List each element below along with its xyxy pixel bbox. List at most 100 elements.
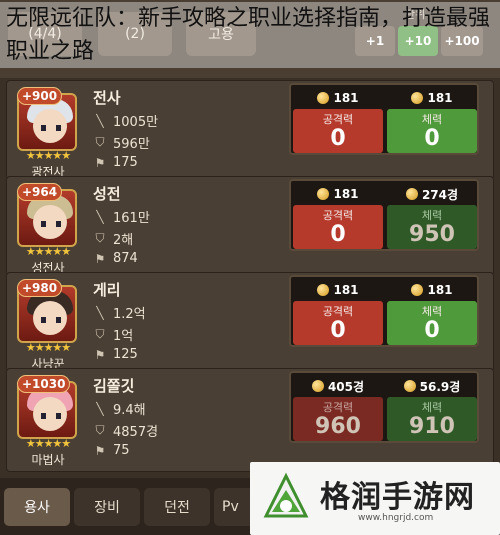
attack-stat: ╲ 9.4해 [93,399,145,419]
hp-value: 910 [409,414,455,439]
coin-icon [411,284,424,296]
flag-stat-value: 75 [113,443,130,458]
hp-upgrade-button[interactable]: 체력 0 [387,109,477,153]
star-rating: ★★★★★ [25,341,71,354]
shield-icon: ⛉ [95,135,105,149]
flag-stat-value: 874 [113,251,138,266]
overlay-title: 无限远征队：新手攻略之职业选择指南，打造最强职业之路 [0,2,500,68]
hp-value: 0 [424,318,440,343]
attack-cost-value: 181 [333,187,359,201]
star-rating: ★★★★★ [25,437,71,450]
eyes-shape [41,125,61,131]
class-label: 마법사 [31,453,65,467]
flag-icon: ⚑ [94,443,106,458]
hero-name: 성전 [93,185,121,203]
nav-heroes[interactable]: 용사 [4,488,70,526]
hero-name: 게리 [93,281,121,299]
watermark: 格润手游网 www.hngrjd.com [250,462,500,535]
defense-stat-value: 1억 [113,329,134,344]
attack-label: 공격력 [322,113,354,126]
sword-icon: ╲ [96,113,104,128]
attack-cost: 405경 [293,377,383,395]
hp-cost: 274경 [387,185,477,203]
upgrade-panel: 181 181 공격력 0 체력 0 [289,275,479,347]
hp-cost: 181 [387,281,477,299]
attack-stat: ╲ 1005만 [93,111,159,131]
attack-upgrade-button[interactable]: 공격력 0 [293,205,383,249]
hp-upgrade-button[interactable]: 체력 0 [387,301,477,345]
attack-cost: 181 [293,89,383,107]
level-badge: +900 [17,87,63,105]
flag-icon: ⚑ [94,347,106,362]
defense-stat-value: 596만 [113,137,150,152]
eyes-shape [41,317,61,323]
attack-cost-value: 181 [333,91,359,105]
sword-icon: ╲ [96,305,104,320]
defense-stat-value: 4857경 [113,425,159,440]
defense-stat: ⛉ 2해 [93,229,133,248]
hp-label: 체력 [421,209,443,222]
attack-cost-value: 181 [333,283,359,297]
level-badge: +980 [17,279,63,297]
hp-label: 체력 [421,305,443,318]
hp-cost-value: 274경 [421,187,459,202]
sword-icon: ╲ [96,401,104,416]
coin-icon [317,188,330,200]
attack-upgrade-button[interactable]: 공격력 0 [293,301,383,345]
flag-icon: ⚑ [94,155,106,170]
attack-value: 960 [315,414,361,439]
hp-value: 950 [409,222,455,247]
attack-stat-value: 1005만 [113,115,159,130]
nav-dungeon[interactable]: 던전 [144,488,210,526]
hp-cost-value: 181 [427,283,453,297]
upgrade-panel: 181 274경 공격력 0 체력 950 [289,179,479,251]
attack-stat-value: 161만 [113,211,150,226]
flag-stat-value: 175 [113,155,138,170]
hero-card: +1030 ★★★★★ 마법사 김쫄깃 ╲ 9.4해 ⛉ 4857경 ⚑ 75 405… [6,368,494,472]
hero-card: +964 ★★★★★ 성전사 성전 ╲ 161만 ⛉ 2해 ⚑ 874 181 274… [6,176,494,276]
shield-icon: ⛉ [95,423,105,437]
attack-stat: ╲ 1.2억 [93,303,145,323]
attack-value: 0 [330,318,346,343]
shield-icon: ⛉ [95,231,105,245]
watermark-url: www.hngrjd.com [358,513,434,523]
upgrade-panel: 405경 56.9경 공격력 960 체력 910 [289,371,479,443]
sword-icon: ╲ [96,209,104,224]
attack-cost-value: 405경 [327,379,365,394]
hero-card: +980 ★★★★★ 사냥꾼 게리 ╲ 1.2억 ⛉ 1억 ⚑ 125 181 181… [6,272,494,372]
coin-icon [403,380,416,392]
attack-value: 0 [330,222,346,247]
defense-stat: ⛉ 4857경 [93,421,158,440]
level-badge: +964 [17,183,63,201]
defense-stat-value: 2해 [113,233,134,248]
hp-upgrade-button[interactable]: 체력 910 [387,397,477,441]
attack-upgrade-button[interactable]: 공격력 0 [293,109,383,153]
nav-equipment[interactable]: 장비 [74,488,140,526]
flag-stat-value: 125 [113,347,138,362]
attack-upgrade-button[interactable]: 공격력 960 [293,397,383,441]
nav-pvp[interactable]: Pv [214,488,254,526]
hp-upgrade-button[interactable]: 체력 950 [387,205,477,249]
attack-value: 0 [330,126,346,151]
flag-stat: ⚑ 175 [93,155,138,170]
hp-value: 0 [424,126,440,151]
coin-icon [311,380,324,392]
flag-icon: ⚑ [94,251,106,266]
flag-stat: ⚑ 75 [93,443,130,458]
attack-cost: 181 [293,281,383,299]
coin-icon [405,188,418,200]
attack-stat: ╲ 161만 [93,207,150,227]
star-rating: ★★★★★ [25,245,71,258]
attack-label: 공격력 [322,401,354,414]
hp-label: 체력 [421,401,443,414]
coin-icon [317,284,330,296]
eyes-shape [41,413,61,419]
eyes-shape [41,221,61,227]
hero-name: 김쫄깃 [93,377,135,395]
hp-cost-value: 181 [427,91,453,105]
hp-cost: 181 [387,89,477,107]
defense-stat: ⛉ 1억 [93,325,133,344]
attack-cost: 181 [293,185,383,203]
hp-label: 체력 [421,113,443,126]
hero-card: +900 ★★★★★ 광전사 전사 ╲ 1005만 ⛉ 596만 ⚑ 175 181 … [6,80,494,180]
